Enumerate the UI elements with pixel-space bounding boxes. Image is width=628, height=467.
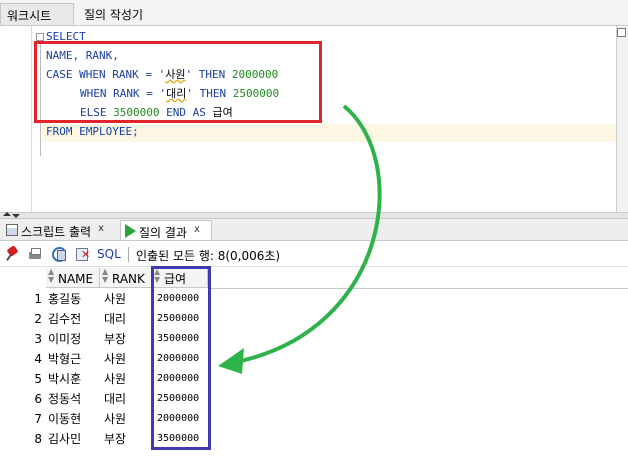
tab-script-output[interactable]: 스크립트 출력 x [2, 220, 118, 240]
name-cell[interactable]: 이동현 [46, 409, 100, 429]
print-icon[interactable] [28, 247, 42, 261]
fetch-status-text: 인출된 모든 행: 8(0,006초) [136, 249, 281, 263]
tab-label: 질의 결과 [139, 226, 187, 240]
rank-cell[interactable]: 사원 [100, 369, 152, 389]
close-icon[interactable]: x [98, 223, 104, 234]
fold-toggle-icon[interactable] [36, 33, 44, 41]
name-cell[interactable]: 이미정 [46, 329, 100, 349]
sort-icon[interactable]: ▲ ▼ [48, 268, 58, 284]
result-grid[interactable]: ▲ ▼ NAME ▲ ▼ RANK ▲ ▼ 급여 1 홍길동 사원 2000000 2 김수전 대리 25… [0, 267, 628, 467]
name-cell[interactable]: 홍길동 [46, 289, 100, 309]
column-header-label: NAME [58, 272, 94, 286]
pane-splitter[interactable] [0, 212, 628, 219]
tab-query-builder[interactable]: 질의 작성기 [78, 3, 158, 25]
column-header-label: RANK [112, 272, 145, 286]
row-number-cell[interactable]: 1 [0, 289, 44, 309]
row-number-cell[interactable]: 6 [0, 389, 44, 409]
delete-icon[interactable] [76, 247, 90, 261]
code-line-6: FROM EMPLOYEE; [46, 125, 139, 138]
rank-cell[interactable]: 사원 [100, 349, 152, 369]
tab-label: 스크립트 출력 [21, 225, 92, 239]
rank-cell[interactable]: 사원 [100, 289, 152, 309]
script-output-icon [6, 224, 18, 236]
name-cell[interactable]: 김수전 [46, 309, 100, 329]
name-cell[interactable]: 박시훈 [46, 369, 100, 389]
header-divider [208, 288, 628, 289]
row-number-header [0, 268, 46, 288]
tab-worksheet[interactable]: 워크시트 [0, 3, 74, 25]
tab-query-result[interactable]: 질의 결과 x [120, 220, 212, 240]
refresh-icon[interactable] [52, 247, 67, 262]
output-tab-bar: 스크립트 출력 x 질의 결과 x [0, 219, 628, 241]
pay-column-highlight-box [151, 266, 211, 450]
collapse-up-icon[interactable] [3, 212, 11, 216]
rank-cell[interactable]: 부장 [100, 429, 152, 449]
close-icon[interactable]: x [194, 224, 200, 235]
result-toolbar: SQL 인출된 모든 행: 8(0,006초) [0, 242, 628, 267]
rank-cell[interactable]: 대리 [100, 389, 152, 409]
scrollbar-corner-box [617, 28, 626, 37]
row-number-cell[interactable]: 7 [0, 409, 44, 429]
run-result-icon [125, 224, 136, 238]
column-header-rank[interactable]: ▲ ▼ RANK [100, 268, 152, 288]
toolbar-divider [128, 247, 129, 262]
collapse-down-icon[interactable] [12, 214, 20, 218]
editor-vertical-scrollbar[interactable] [616, 26, 628, 212]
editor-gutter [0, 26, 32, 212]
pin-icon[interactable] [6, 247, 20, 261]
rank-cell[interactable]: 부장 [100, 329, 152, 349]
row-number-cell[interactable]: 2 [0, 309, 44, 329]
sql-button[interactable]: SQL [97, 247, 121, 261]
name-cell[interactable]: 김사민 [46, 429, 100, 449]
worksheet-tab-bar: 워크시트 질의 작성기 [0, 0, 628, 26]
case-expression-highlight-box [34, 41, 322, 123]
row-number-cell[interactable]: 3 [0, 329, 44, 349]
rank-cell[interactable]: 대리 [100, 309, 152, 329]
rank-cell[interactable]: 사원 [100, 409, 152, 429]
sort-icon[interactable]: ▲ ▼ [102, 268, 112, 284]
row-number-cell[interactable]: 8 [0, 429, 44, 449]
column-header-name[interactable]: ▲ ▼ NAME [46, 268, 100, 288]
row-number-cell[interactable]: 4 [0, 349, 44, 369]
name-cell[interactable]: 정동석 [46, 389, 100, 409]
name-cell[interactable]: 박형근 [46, 349, 100, 369]
row-number-cell[interactable]: 5 [0, 369, 44, 389]
